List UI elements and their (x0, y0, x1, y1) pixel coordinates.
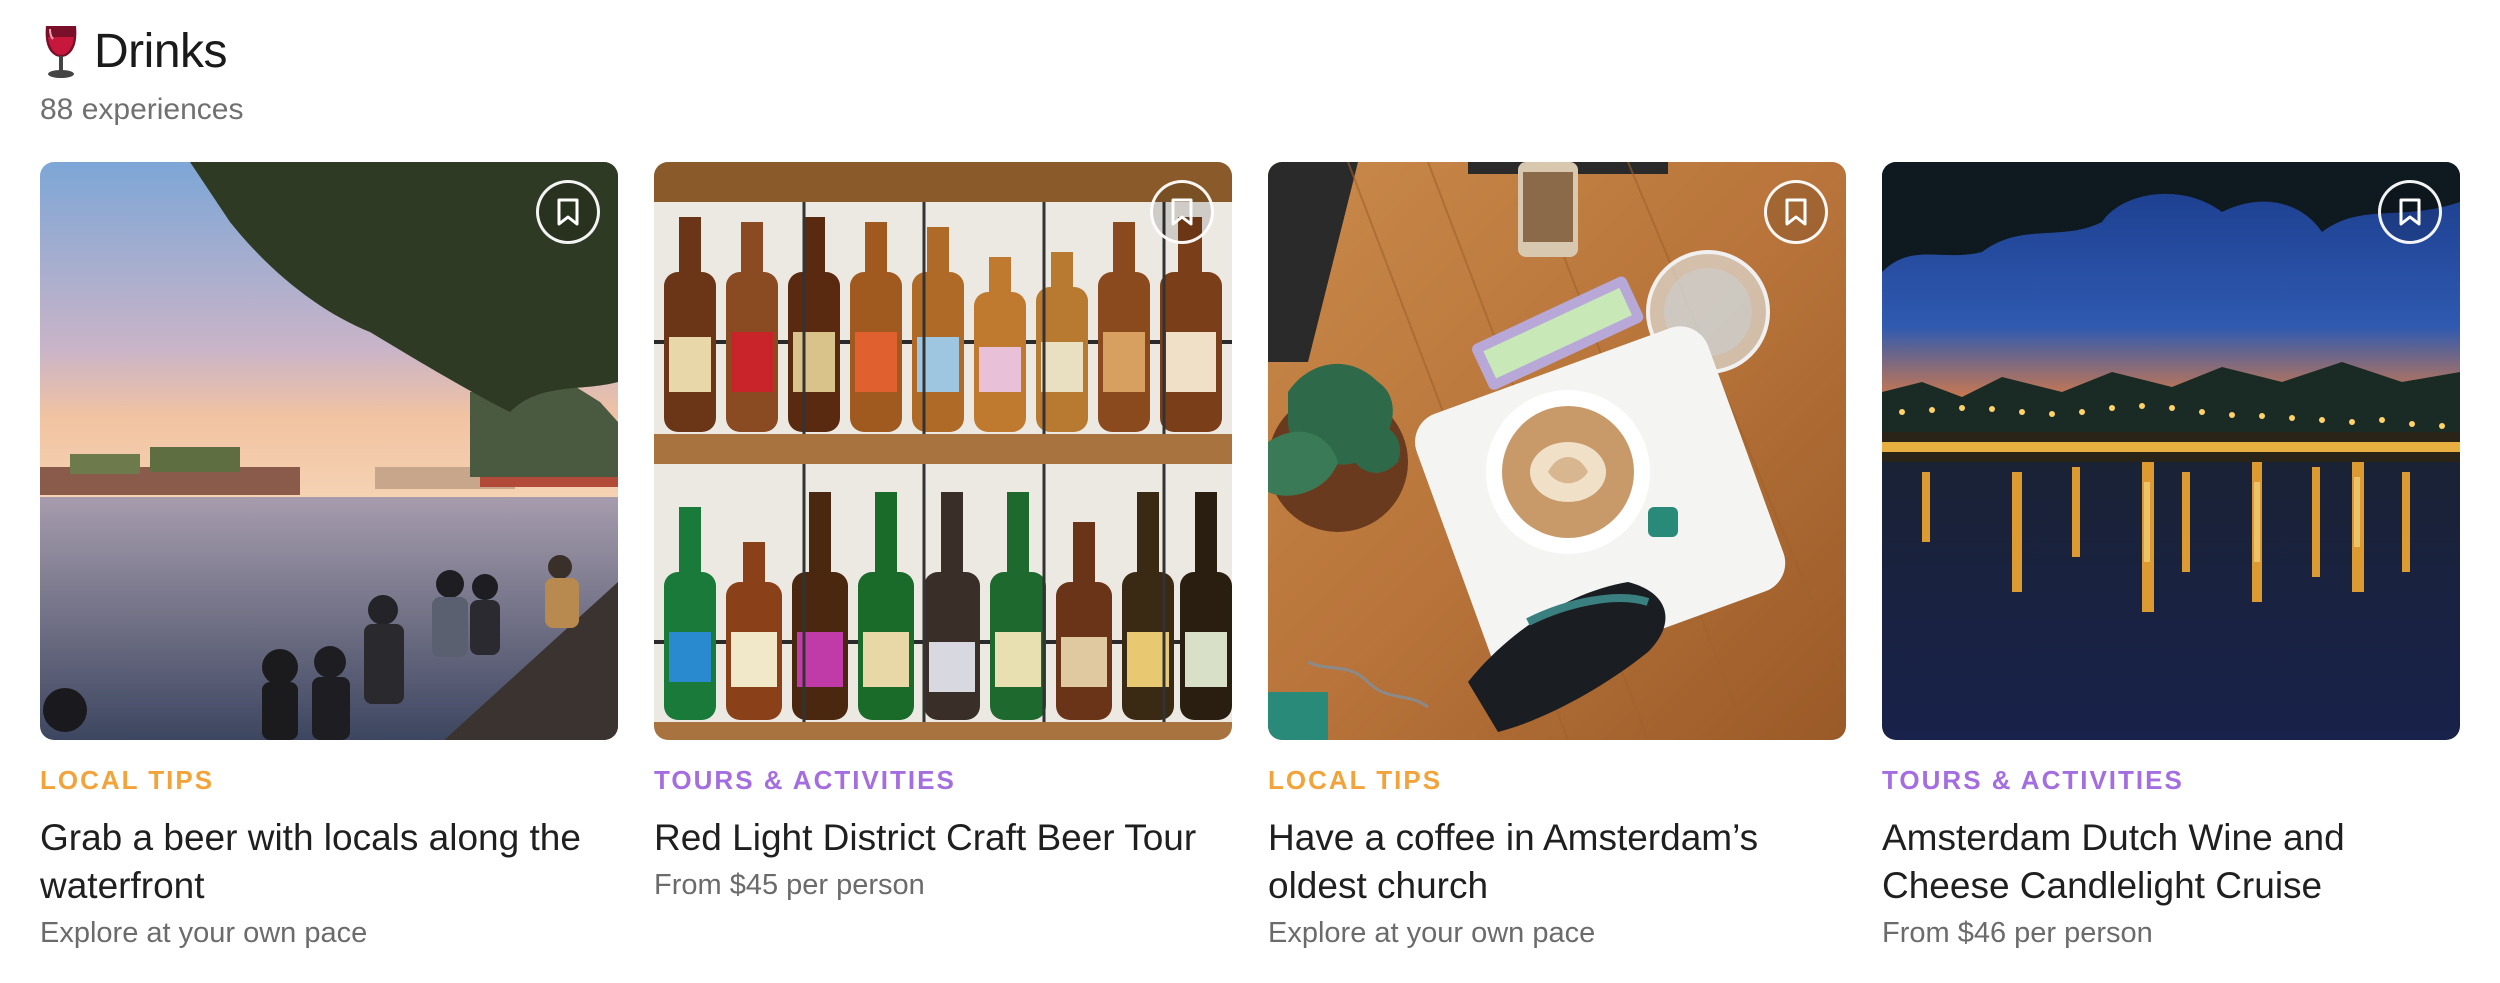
bookmark-icon (2399, 198, 2421, 226)
bookmark-icon (1785, 198, 1807, 226)
category-label: TOURS & ACTIVITIES (654, 765, 956, 795)
card-subtitle: From $46 per person (1882, 917, 2153, 949)
category-label: TOURS & ACTIVITIES (1882, 765, 2184, 795)
wine-glass-icon (40, 23, 82, 81)
experience-count: 88 experiences (40, 93, 244, 126)
experience-card[interactable]: TOURS & ACTIVITIES Red Light District Cr… (654, 162, 1232, 962)
experience-card[interactable]: TOURS & ACTIVITIES Amsterdam Dutch Wine … (1882, 162, 2460, 962)
save-button[interactable] (2378, 180, 2442, 244)
coffee-table-photo[interactable] (1268, 162, 1846, 740)
section-title-row: Drinks (40, 18, 1040, 86)
beer-bottles-shelf-photo[interactable] (654, 162, 1232, 740)
section-title: Drinks (94, 25, 228, 78)
bookmark-icon (1171, 198, 1193, 226)
category-label: LOCAL TIPS (1268, 765, 1443, 795)
card-title[interactable]: Have a coffee in Amsterdam’s oldest chur… (1268, 814, 1846, 910)
card-title[interactable]: Amsterdam Dutch Wine and Cheese Candleli… (1882, 814, 2460, 910)
experience-card[interactable]: LOCAL TIPS Have a coffee in Amsterdam’s … (1268, 162, 1846, 962)
save-button[interactable] (1150, 180, 1214, 244)
card-subtitle: Explore at your own pace (40, 917, 368, 949)
card-subtitle: From $45 per person (654, 869, 925, 901)
card-title[interactable]: Red Light District Craft Beer Tour (654, 814, 1232, 862)
card-title[interactable]: Grab a beer with locals along the waterf… (40, 814, 618, 910)
canal-night-lights-photo[interactable] (1882, 162, 2460, 740)
waterfront-sunset-photo[interactable] (40, 162, 618, 740)
experience-cards: LOCAL TIPS Grab a beer with locals along… (40, 162, 2464, 962)
card-subtitle: Explore at your own pace (1268, 917, 1596, 949)
category-label: LOCAL TIPS (40, 765, 215, 795)
save-button[interactable] (1764, 180, 1828, 244)
experience-card[interactable]: LOCAL TIPS Grab a beer with locals along… (40, 162, 618, 962)
bookmark-icon (557, 198, 579, 226)
save-button[interactable] (536, 180, 600, 244)
section-header: Drinks 88 experiences (40, 18, 1040, 128)
